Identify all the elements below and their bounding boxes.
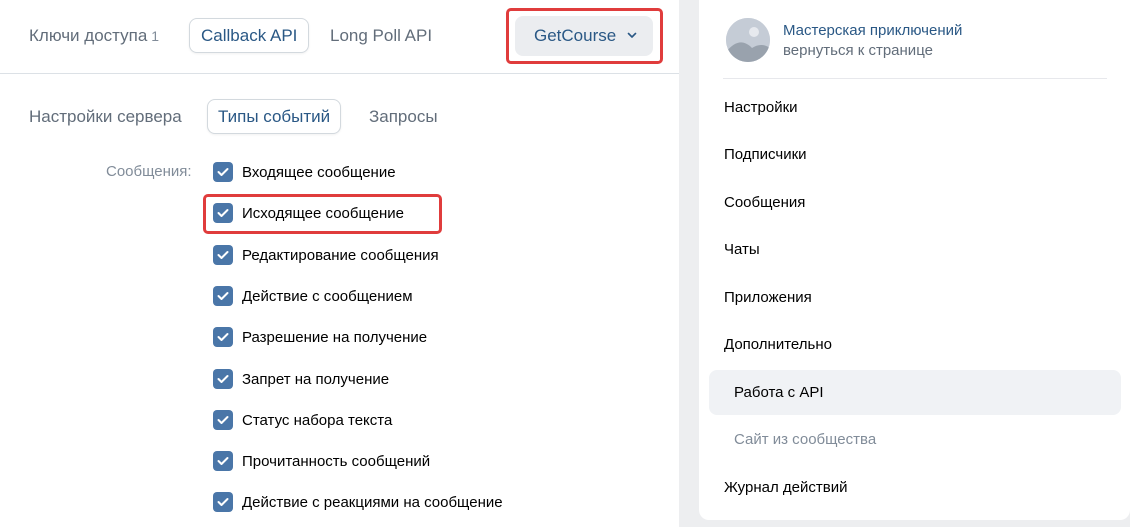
sidebar-item-api[interactable]: Работа с API [709, 370, 1121, 415]
api-tabs: Ключи доступа 1 Callback API Long Poll AP… [0, 0, 679, 74]
access-keys-count: 1 [151, 28, 160, 44]
tab-long-poll-api[interactable]: Long Poll API [318, 18, 444, 53]
sidebar-item-messages[interactable]: Сообщения [724, 194, 805, 211]
event-checkbox-row[interactable]: Разрешение на получение [213, 327, 427, 347]
event-checkbox-row[interactable]: Действие с реакциями на сообщение [213, 492, 503, 512]
tab-server-settings[interactable]: Настройки сервера [18, 99, 193, 134]
sidebar-item-community-site[interactable]: Сайт из сообщества [734, 431, 876, 448]
event-checkbox-row[interactable]: Прочитанность сообщений [213, 451, 430, 471]
group-name-link[interactable]: Мастерская приключений [783, 22, 962, 39]
checkbox[interactable] [213, 327, 233, 347]
checkbox-label: Статус набора текста [242, 411, 393, 429]
event-checkbox-row[interactable]: Статус набора текста [213, 410, 392, 430]
tab-access-keys-label: Ключи доступа [29, 26, 148, 45]
checkbox-label: Разрешение на получение [242, 328, 428, 346]
checkbox-label: Действие с сообщением [242, 287, 413, 305]
event-checkbox-row[interactable]: Входящее сообщение [213, 162, 396, 182]
main-panel: Ключи доступа 1 Callback API Long Poll AP… [0, 0, 679, 527]
divider [723, 78, 1107, 79]
avatar[interactable] [726, 18, 770, 62]
sidebar-item-activity-log[interactable]: Журнал действий [724, 479, 847, 496]
checkbox[interactable] [213, 245, 233, 265]
checkbox[interactable] [213, 410, 233, 430]
section-label-messages: Сообщения: [106, 163, 192, 180]
community-sidebar: Мастерская приключений вернуться к стран… [699, 0, 1130, 520]
checkbox-label: Запрет на получение [242, 370, 390, 388]
checkbox-label: Прочитанность сообщений [242, 452, 431, 470]
checkbox[interactable] [213, 492, 233, 512]
checkmark-icon [217, 375, 229, 383]
checkmark-icon [217, 168, 229, 176]
checkbox[interactable] [213, 369, 233, 389]
highlight-box-outgoing [203, 194, 442, 234]
checkbox[interactable] [213, 162, 233, 182]
checkbox-label: Действие с реакциями на сообщение [242, 493, 503, 511]
tab-event-types[interactable]: Типы событий [207, 99, 342, 134]
checkbox[interactable] [213, 286, 233, 306]
checkmark-icon [217, 498, 229, 506]
event-checkbox-row[interactable]: Запрет на получение [213, 369, 389, 389]
checkmark-icon [217, 333, 229, 341]
checkmark-icon [217, 457, 229, 465]
tab-access-keys[interactable]: Ключи доступа 1 [17, 18, 171, 53]
sidebar-item-apps[interactable]: Приложения [724, 289, 812, 306]
back-to-page-link[interactable]: вернуться к странице [783, 42, 933, 59]
sidebar-item-subscribers[interactable]: Подписчики [724, 146, 807, 163]
checkmark-icon [217, 292, 229, 300]
sidebar-item-chats[interactable]: Чаты [724, 241, 760, 258]
event-checkbox-row[interactable]: Действие с сообщением [213, 286, 413, 306]
checkbox[interactable] [213, 451, 233, 471]
sidebar-item-settings[interactable]: Настройки [724, 99, 798, 116]
landscape-placeholder-icon [726, 18, 770, 62]
sidebar-item-additional[interactable]: Дополнительно [724, 336, 832, 353]
checkbox-label: Входящее сообщение [242, 163, 396, 181]
checkmark-icon [217, 251, 229, 259]
tab-requests[interactable]: Запросы [358, 99, 449, 134]
checkmark-icon [217, 416, 229, 424]
checkbox-label: Редактирование сообщения [242, 246, 439, 264]
event-checkbox-row[interactable]: Редактирование сообщения [213, 245, 439, 265]
tab-callback-api[interactable]: Callback API [189, 18, 310, 53]
highlight-box-server [506, 8, 663, 64]
